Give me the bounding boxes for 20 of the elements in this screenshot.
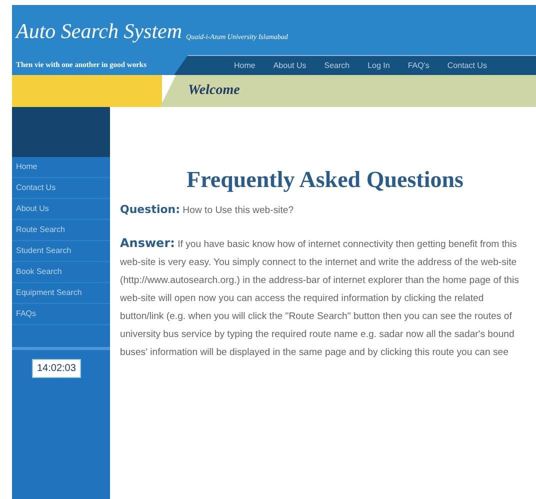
nav-link[interactable]: FAQ's: [408, 61, 430, 70]
nav-link[interactable]: Home: [234, 61, 256, 70]
nav-link[interactable]: Search: [324, 61, 350, 70]
sidebar-link[interactable]: Home: [12, 157, 110, 178]
clock-display: 14:02:03: [32, 359, 81, 378]
question-text: Question: How to Use this web-site?: [120, 202, 295, 218]
sidebar-link[interactable]: Contact Us: [12, 178, 110, 199]
sidebar-link[interactable]: Equipment Search: [12, 283, 110, 304]
sidebar-link[interactable]: About Us: [12, 199, 110, 220]
sidebar-link[interactable]: Student Search: [12, 241, 110, 262]
site-title: Auto Search System: [16, 19, 182, 43]
page-heading: Frequently Asked Questions: [186, 167, 464, 193]
sidebar-link[interactable]: FAQs: [12, 304, 110, 325]
nav-link[interactable]: About Us: [273, 61, 306, 70]
sidebar-link[interactable]: Route Search: [12, 220, 110, 241]
nav-link[interactable]: Log In: [368, 61, 390, 70]
answer-text: Answer: If you have basic know how of internet connectivity then getting benefit from this web-site is very easy. You simply connect to the internet and write the address of the web-site (http://www.autosearch.org.) in the address-bar of internet explorer than the home page of this web-site will open now you can access the required information by clicking the related button/link (e.g. when you will click the "Route Search" button then you can see the routes of university bus service by typing the required route name e.g. sadar now all the sadar's bound buses' information will be displayed in the same page and by clicking this route you can see: [120, 235, 520, 360]
welcome-title: Welcome: [188, 83, 240, 99]
sidebar-link[interactable]: Book Search: [12, 262, 110, 283]
nav-link[interactable]: Contact Us: [447, 61, 487, 70]
